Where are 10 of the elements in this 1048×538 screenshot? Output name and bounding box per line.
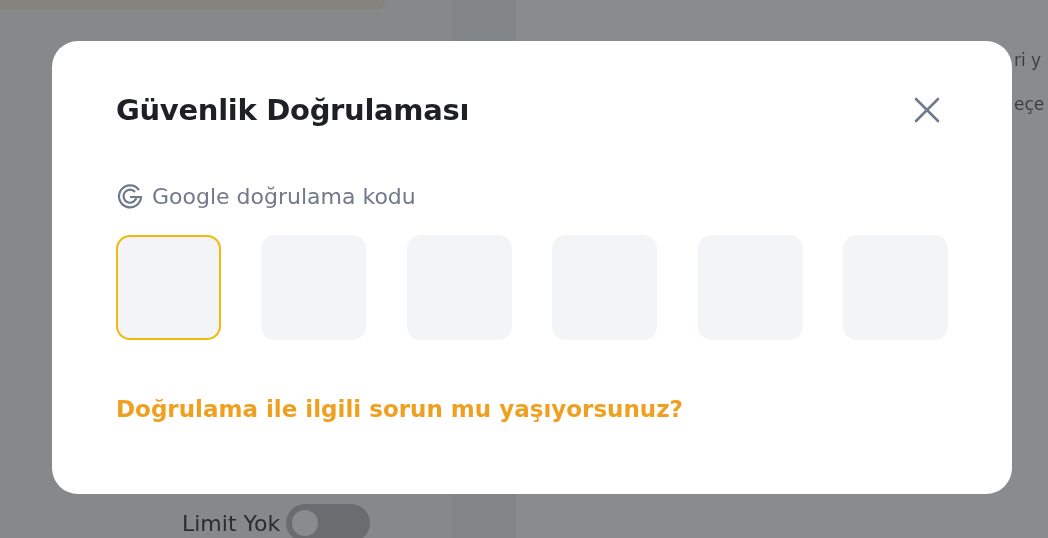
page-text: ri y — [1014, 49, 1042, 72]
page-text: eçe — [1014, 93, 1045, 116]
close-icon[interactable] — [914, 97, 940, 124]
toggle-switch[interactable] — [286, 504, 371, 538]
help-link[interactable]: Doğrulama ile ilgili sorun mu yaşıyorsunuz? — [116, 391, 683, 427]
toggle-label: Limit Yok — [182, 509, 281, 538]
dialog-title: Güvenlik Doğrulaması — [116, 93, 470, 128]
google-g-icon — [116, 182, 144, 211]
code-digit-field[interactable] — [116, 234, 221, 340]
field-label: Google doğrulama kodu — [152, 182, 416, 211]
